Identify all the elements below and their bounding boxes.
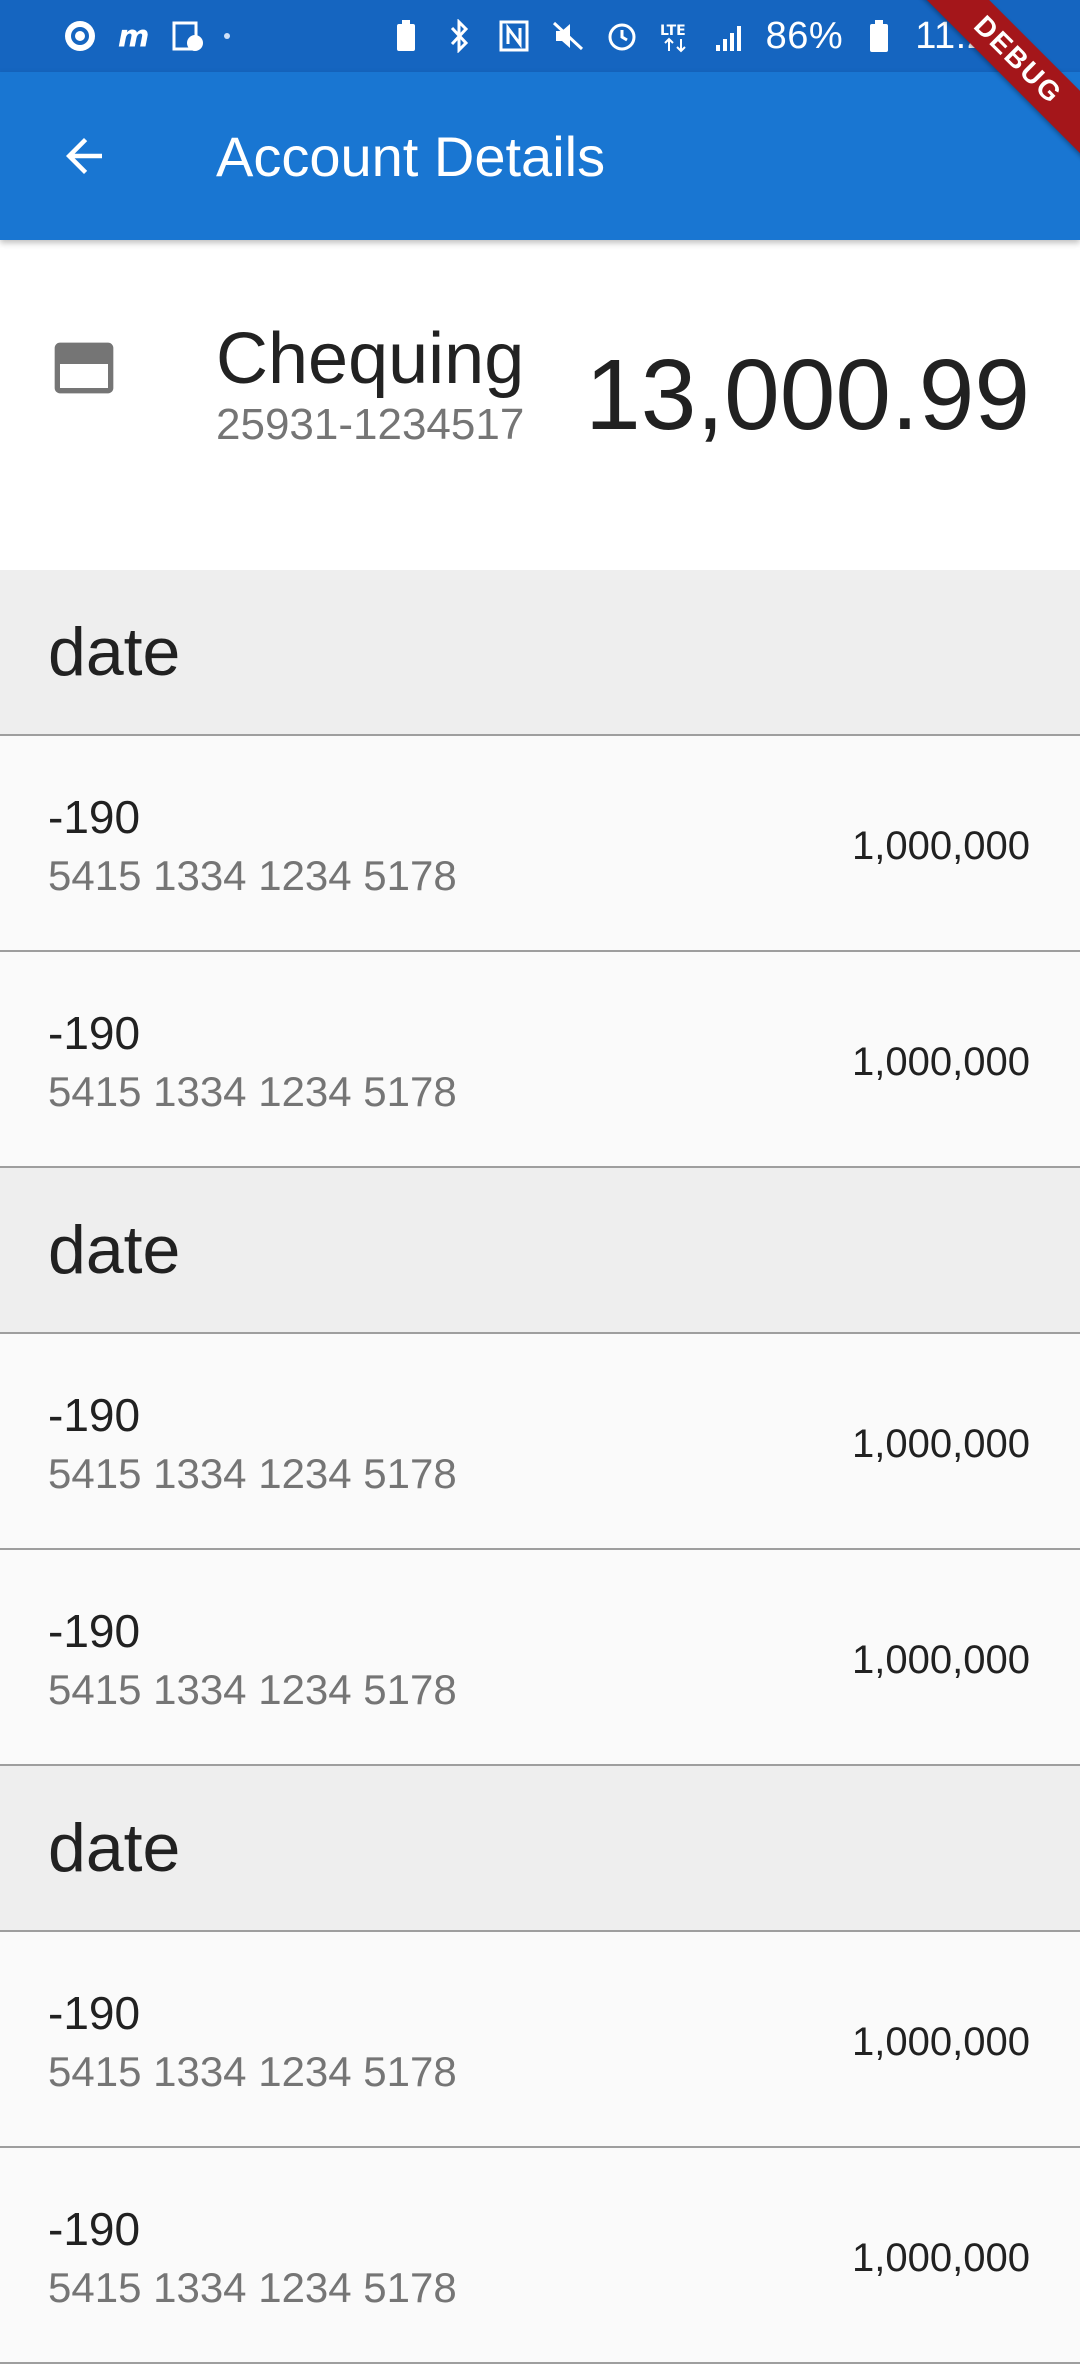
- notification-dot: [224, 33, 230, 39]
- status-right-icons: LTE 86% 11:29: [388, 15, 1010, 58]
- signal-icon: [712, 18, 748, 54]
- nfc-icon: [496, 18, 532, 54]
- transaction-card-number: 5415 1334 1234 5178: [48, 852, 457, 899]
- bluetooth-icon: [442, 18, 478, 54]
- transaction-value: 1,000,000: [852, 1040, 1030, 1084]
- status-left-icons: m: [62, 18, 230, 54]
- transaction-row[interactable]: -190 5415 1334 1234 5178 1,000,000: [0, 736, 1080, 952]
- clock: 11:29: [915, 14, 1010, 57]
- status-bar: m LTE 86% 11:29: [0, 0, 1080, 72]
- svg-text:m: m: [118, 19, 150, 53]
- transaction-amount: -190: [48, 2203, 141, 2255]
- date-header: date: [0, 1766, 1080, 1932]
- transaction-amount: -190: [48, 1389, 141, 1441]
- page-title: Account Details: [216, 124, 606, 188]
- credit-card-icon: [54, 342, 114, 394]
- battery-percentage: 86%: [765, 14, 844, 57]
- account-name: Chequing: [216, 319, 525, 399]
- transaction-value: 1,000,000: [852, 2236, 1030, 2280]
- transaction-card-number: 5415 1334 1234 5178: [48, 1068, 457, 1115]
- mute-icon: [550, 18, 586, 54]
- transaction-value: 1,000,000: [852, 1638, 1030, 1682]
- svg-text:LTE: LTE: [660, 23, 686, 39]
- account-balance: 13,000.99: [585, 339, 1030, 451]
- transaction-card-number: 5415 1334 1234 5178: [48, 1450, 457, 1497]
- transaction-value: 1,000,000: [852, 2020, 1030, 2064]
- transaction-amount: -190: [48, 1605, 141, 1657]
- account-number: 25931-1234517: [216, 400, 525, 449]
- sync-icon: [62, 18, 98, 54]
- transaction-row[interactable]: -190 5415 1334 1234 5178 1,000,000: [0, 1334, 1080, 1550]
- back-button[interactable]: [40, 112, 128, 200]
- lte-icon: LTE: [658, 18, 694, 54]
- transaction-card-number: 5415 1334 1234 5178: [48, 2264, 457, 2311]
- transaction-amount: -190: [48, 791, 141, 843]
- battery-icon: [861, 18, 897, 54]
- transaction-amount: -190: [48, 1007, 141, 1059]
- account-summary: Chequing 25931-1234517 13,000.99: [0, 240, 1080, 570]
- battery-saver-icon: [388, 18, 424, 54]
- date-header: date: [0, 570, 1080, 736]
- transaction-row[interactable]: -190 5415 1334 1234 5178 1,000,000: [0, 1550, 1080, 1766]
- transaction-amount: -190: [48, 1987, 141, 2039]
- m-app-icon: m: [116, 18, 152, 54]
- alarm-icon: [604, 18, 640, 54]
- transaction-value: 1,000,000: [852, 824, 1030, 868]
- transaction-value: 1,000,000: [852, 1422, 1030, 1466]
- transaction-card-number: 5415 1334 1234 5178: [48, 2048, 457, 2095]
- date-header: date: [0, 1168, 1080, 1334]
- transaction-row[interactable]: -190 5415 1334 1234 5178 1,000,000: [0, 1932, 1080, 2148]
- transaction-row[interactable]: -190 5415 1334 1234 5178 1,000,000: [0, 952, 1080, 1168]
- calendar-clock-icon: [170, 18, 206, 54]
- app-bar: Account Details: [0, 72, 1080, 240]
- transaction-list[interactable]: date -190 5415 1334 1234 5178 1,000,000 …: [0, 570, 1080, 2364]
- arrow-back-icon: [66, 138, 102, 174]
- transaction-card-number: 5415 1334 1234 5178: [48, 1666, 457, 1713]
- transaction-row[interactable]: -190 5415 1334 1234 5178 1,000,000: [0, 2148, 1080, 2364]
